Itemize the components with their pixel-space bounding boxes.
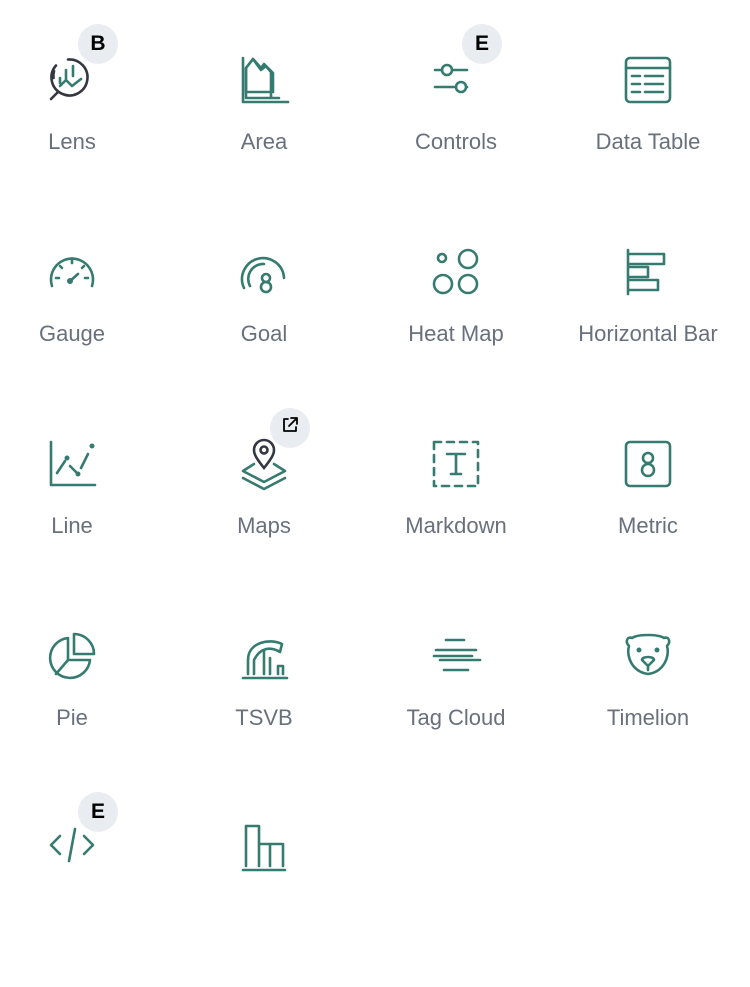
- vis-type-card[interactable]: E: [0, 792, 168, 987]
- vis-type-label: Timelion: [606, 705, 690, 730]
- line-chart-icon: [48, 440, 97, 488]
- vis-type-label: Area: [240, 129, 288, 154]
- vis-type-card[interactable]: Horizontal Bar: [552, 219, 744, 411]
- external-link-badge: [270, 408, 310, 448]
- vis-type-card[interactable]: Tag Cloud: [360, 603, 552, 795]
- vis-type-label: Data Table: [595, 129, 701, 154]
- vis-type-card[interactable]: Markdown: [360, 411, 552, 603]
- vis-type-label: Heat Map: [408, 321, 504, 346]
- vis-type-card[interactable]: Maps: [168, 408, 360, 603]
- badge: B: [78, 24, 118, 64]
- vis-type-label: Pie: [56, 705, 88, 730]
- vis-type-card[interactable]: Pie: [0, 603, 168, 795]
- vis-type-card[interactable]: Area: [168, 27, 360, 219]
- vis-type-label: Metric: [618, 513, 678, 538]
- heat-map-icon: [432, 248, 480, 296]
- vis-type-card[interactable]: Metric: [552, 411, 744, 603]
- vis-type-card[interactable]: Heat Map: [360, 219, 552, 411]
- vis-type-card[interactable]: Goal: [168, 219, 360, 411]
- maps-icon: [240, 438, 288, 491]
- goal-icon: [240, 248, 288, 296]
- vis-type-label: Markdown: [405, 513, 507, 538]
- vis-type-card[interactable]: Data Table: [552, 27, 744, 219]
- pie-chart-icon: [48, 632, 96, 680]
- controls-icon: [432, 56, 480, 104]
- vis-type-label: Lens: [48, 129, 96, 154]
- vertical-bar-icon: [240, 824, 288, 872]
- vis-type-card[interactable]: [168, 795, 360, 987]
- vis-type-label: Maps: [237, 513, 291, 538]
- area-chart-icon: [240, 56, 290, 104]
- external-link-icon: [280, 415, 300, 441]
- vis-type-label: Tag Cloud: [406, 705, 506, 730]
- lens-icon: [48, 56, 96, 104]
- gauge-icon: [48, 248, 96, 296]
- vis-type-label: Gauge: [38, 321, 106, 346]
- timelion-icon: [624, 632, 672, 680]
- badge: E: [78, 792, 118, 832]
- tag-cloud-icon: [432, 632, 482, 680]
- badge: E: [462, 24, 502, 64]
- vis-type-card[interactable]: Timelion: [552, 603, 744, 795]
- horizontal-bar-icon: [624, 248, 672, 296]
- vis-type-card[interactable]: Line: [0, 411, 168, 603]
- vega-code-icon: [48, 824, 96, 872]
- tsvb-icon: [240, 632, 289, 680]
- vis-type-card[interactable]: Lens B: [0, 24, 168, 219]
- vis-type-label: Horizontal Bar: [578, 321, 718, 346]
- markdown-icon: [432, 440, 480, 488]
- metric-icon: [624, 440, 672, 488]
- vis-type-label: Controls: [415, 129, 497, 154]
- vis-type-card[interactable]: Controls E: [360, 24, 552, 219]
- vis-type-card[interactable]: TSVB: [168, 603, 360, 795]
- data-table-icon: [624, 56, 672, 104]
- vis-type-label: Line: [51, 513, 93, 538]
- vis-type-card[interactable]: Gauge: [0, 219, 168, 411]
- vis-type-label: TSVB: [235, 705, 293, 730]
- vis-type-label: Goal: [240, 321, 288, 346]
